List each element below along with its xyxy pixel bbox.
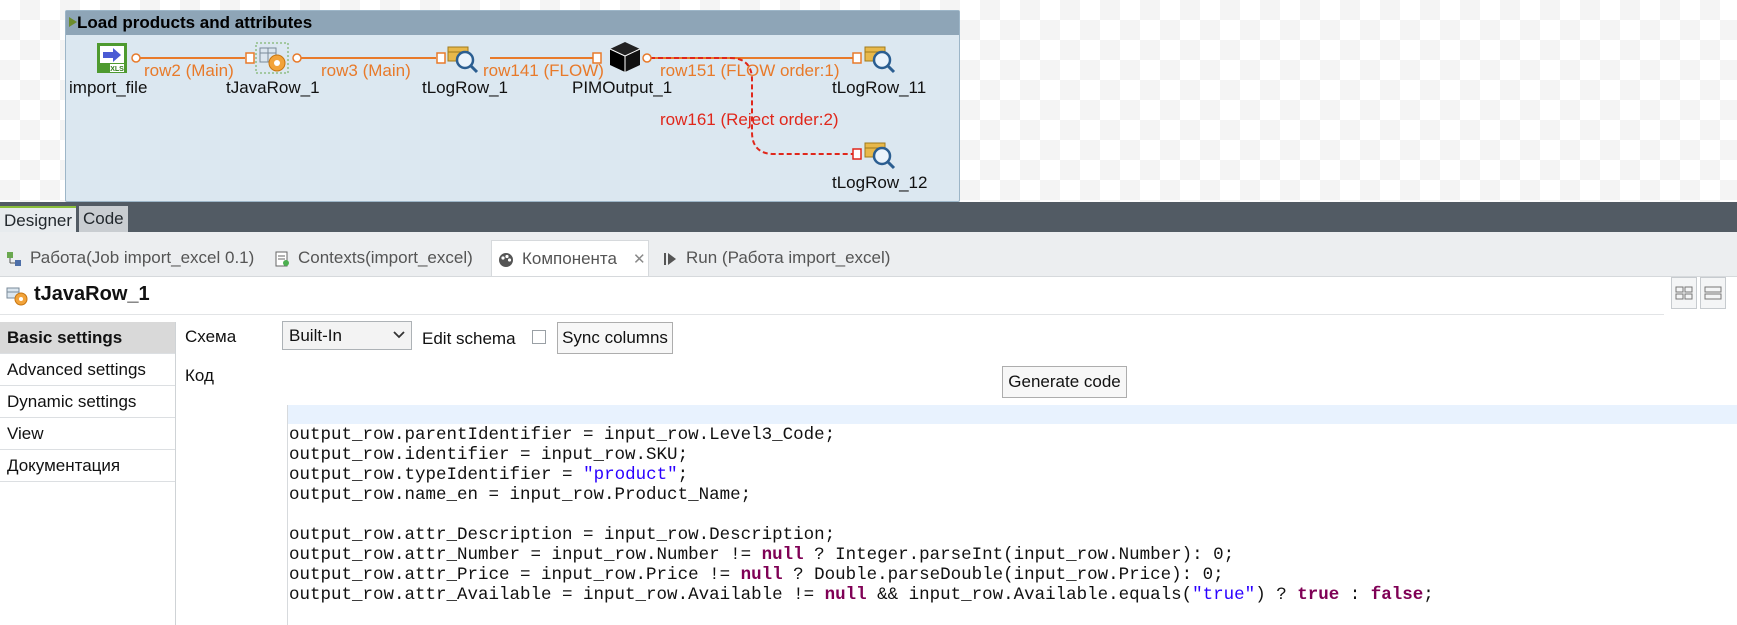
code-token: && input_row.Available.equals( <box>866 585 1193 605</box>
code-token: ; <box>1423 585 1434 605</box>
edit-schema-label: Edit schema <box>422 329 516 348</box>
component-label-tlogrow-1: tLogRow_1 <box>422 78 509 97</box>
code-token: ) ? <box>1255 585 1298 605</box>
current-line-highlight <box>288 405 1737 424</box>
code-token: ? Integer.parseInt(input_row.Number): 0; <box>803 545 1235 565</box>
code-token: null <box>824 585 867 605</box>
code-token: output_row.typeIdentifier = <box>289 465 584 485</box>
component-label-pimoutput-1: PIMOutput_1 <box>572 78 673 97</box>
component-tlogrow-12[interactable] <box>864 140 896 175</box>
code-token: output_row.parentIdentifier = input_row.… <box>289 425 836 445</box>
log-row-icon <box>447 46 479 74</box>
component-label-tlogrow-11: tLogRow_11 <box>832 78 927 97</box>
component-title: tJavaRow_1 <box>34 283 150 305</box>
tab-component[interactable]: Компонента ✕ <box>491 240 649 276</box>
chevron-down-icon <box>393 331 405 339</box>
svg-text:XLS: XLS <box>110 66 124 73</box>
schema-select-value: Built-In <box>289 326 342 345</box>
log-row-icon <box>864 46 896 74</box>
xls-input-icon: XLS <box>97 43 127 73</box>
edit-schema-button[interactable] <box>532 330 546 344</box>
code-token: ? Double.parseDouble(input_row.Price): 0… <box>782 565 1224 585</box>
code-line[interactable]: output_row.attr_Available = input_row.Av… <box>289 585 1434 605</box>
tab-designer[interactable]: Designer <box>0 206 77 232</box>
component-label-import-file: import_file <box>69 78 148 97</box>
schema-label: Схема <box>185 327 237 346</box>
list-layout-button[interactable] <box>1700 277 1726 309</box>
code-line[interactable]: output_row.attr_Number = input_row.Numbe… <box>289 545 1434 565</box>
flow-label-row2[interactable]: row2 (Main) <box>144 61 234 81</box>
code-token: output_row.attr_Available = input_row.Av… <box>289 585 825 605</box>
code-token: output_row.attr_Number = input_row.Numbe… <box>289 545 762 565</box>
component-import-file[interactable]: XLS <box>96 42 128 79</box>
code-line[interactable]: output_row.parentIdentifier = input_row.… <box>289 425 1434 445</box>
flow-label-row151[interactable]: row151 (FLOW order:1) <box>660 61 840 81</box>
java-row-icon <box>255 42 289 74</box>
component-tlogrow-11[interactable] <box>864 44 896 79</box>
sync-columns-button[interactable]: Sync columns <box>557 322 673 354</box>
code-token: null <box>761 545 804 565</box>
grid-layout-button[interactable] <box>1671 277 1697 309</box>
tab-job[interactable]: Работа(Job import_excel 0.1) <box>0 240 254 276</box>
code-token: false <box>1370 585 1424 605</box>
view-tab-strip: Работа(Job import_excel 0.1) Contexts(im… <box>0 232 1737 277</box>
code-token: null <box>740 565 783 585</box>
component-label-tjavarow-1: tJavaRow_1 <box>226 78 320 97</box>
code-label: Код <box>185 366 214 385</box>
schema-select[interactable]: Built-In <box>282 321 412 350</box>
code-token: : <box>1339 585 1371 605</box>
log-row-icon <box>864 142 896 170</box>
code-line[interactable] <box>289 505 1434 525</box>
settings-nav: Basic settings Advanced settings Dynamic… <box>0 322 176 625</box>
code-token: output_row.attr_Price = input_row.Price … <box>289 565 741 585</box>
flow-label-row161[interactable]: row161 (Reject order:2) <box>660 110 839 130</box>
code-line[interactable]: output_row.identifier = input_row.SKU; <box>289 445 1434 465</box>
grid-layout-icon <box>1675 286 1693 300</box>
job-icon <box>7 251 21 266</box>
component-header: tJavaRow_1 <box>0 277 1664 315</box>
contexts-icon <box>275 251 289 267</box>
component-tlogrow-1[interactable] <box>447 44 479 79</box>
black-cube-icon <box>609 42 641 72</box>
code-editor[interactable]: output_row.parentIdentifier = input_row.… <box>287 405 1737 625</box>
tab-run-label: Run (Работа import_excel) <box>686 248 891 267</box>
tab-code[interactable]: Code <box>79 206 128 232</box>
component-pimoutput-1[interactable] <box>608 40 642 79</box>
component-tjavarow-1[interactable] <box>255 42 289 79</box>
tab-job-label: Работа(Job import_excel 0.1) <box>30 248 255 267</box>
tab-component-label: Компонента <box>522 249 617 268</box>
run-icon <box>664 252 676 265</box>
list-layout-icon <box>1704 286 1722 300</box>
nav-view[interactable]: View <box>0 418 175 450</box>
code-line[interactable]: output_row.name_en = input_row.Product_N… <box>289 485 1434 505</box>
flow-label-row3[interactable]: row3 (Main) <box>321 61 411 81</box>
code-token: true <box>1297 585 1340 605</box>
code-token: "true" <box>1192 585 1256 605</box>
component-label-tlogrow-12: tLogRow_12 <box>832 173 928 192</box>
nav-advanced-settings[interactable]: Advanced settings <box>0 354 175 386</box>
tab-contexts[interactable]: Contexts(import_excel) <box>268 240 473 276</box>
flow-label-row141[interactable]: row141 (FLOW) <box>483 61 604 81</box>
code-line[interactable]: output_row.attr_Price = input_row.Price … <box>289 565 1434 585</box>
code-line[interactable]: output_row.typeIdentifier = "product"; <box>289 465 1434 485</box>
code-lines: output_row.parentIdentifier = input_row.… <box>289 425 1434 605</box>
nav-documentation[interactable]: Документация <box>0 450 175 482</box>
java-row-icon <box>6 287 28 306</box>
code-token: output_row.name_en = input_row.Product_N… <box>289 485 752 505</box>
code-token: output_row.identifier = input_row.SKU; <box>289 445 689 465</box>
code-token: "product" <box>583 465 678 485</box>
code-token: output_row.attr_Description = input_row.… <box>289 525 836 545</box>
component-icon <box>499 252 513 267</box>
close-icon[interactable]: ✕ <box>633 251 646 268</box>
code-line[interactable]: output_row.attr_Description = input_row.… <box>289 525 1434 545</box>
nav-dynamic-settings[interactable]: Dynamic settings <box>0 386 175 418</box>
editor-tab-bar: Designer Code <box>0 202 1737 232</box>
tab-contexts-label: Contexts(import_excel) <box>298 248 473 267</box>
nav-basic-settings[interactable]: Basic settings <box>0 322 175 354</box>
code-token: ; <box>677 465 689 485</box>
designer-canvas[interactable]: Load products and attributes XLS import_… <box>0 0 1737 202</box>
tab-run[interactable]: Run (Работа import_excel) <box>656 240 890 276</box>
generate-code-button[interactable]: Generate code <box>1002 366 1127 398</box>
